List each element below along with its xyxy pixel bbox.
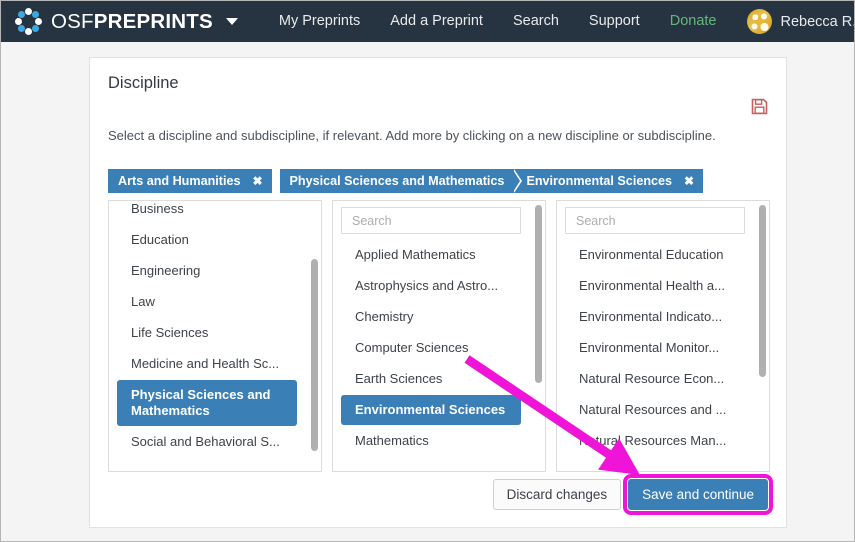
nav-add-a-preprint[interactable]: Add a Preprint	[375, 1, 498, 42]
list-item[interactable]: Applied Mathematics	[341, 240, 521, 270]
list-item[interactable]: Business	[117, 201, 297, 224]
user-menu[interactable]: Rebecca R...	[739, 9, 855, 34]
discipline-column-2[interactable]: Applied Mathematics Astrophysics and Ast…	[332, 200, 546, 472]
list-item[interactable]: Astrophysics and Astro...	[341, 271, 521, 301]
list-item[interactable]: Environmental Indicato...	[565, 302, 745, 332]
list-item[interactable]: Social and Behavioral S...	[117, 427, 297, 457]
tag-segment[interactable]: Environmental Sciences	[522, 174, 682, 188]
list-item-selected[interactable]: Environmental Sciences	[341, 395, 521, 425]
selected-disciplines-tag-row: Arts and Humanities ✖ Physical Sciences …	[108, 169, 704, 193]
nav-donate[interactable]: Donate	[655, 1, 732, 42]
card-footer-buttons: Discard changes Save and continue	[492, 474, 773, 515]
scrollbar-thumb[interactable]	[311, 259, 318, 451]
search-input[interactable]	[574, 212, 744, 229]
chevron-down-icon[interactable]	[225, 18, 238, 25]
tag-segment[interactable]: Physical Sciences and Mathematics	[280, 174, 515, 188]
list-item[interactable]: Education	[117, 225, 297, 255]
list-item[interactable]: Mathematics	[341, 426, 521, 456]
list-item[interactable]: Natural Resources and ...	[565, 395, 745, 425]
list-item[interactable]: Environmental Monitor...	[565, 333, 745, 363]
list-item[interactable]: Earth Sciences	[341, 364, 521, 394]
brand-suffix: PREPRINTS	[93, 9, 213, 33]
list-item[interactable]: Engineering	[117, 256, 297, 286]
discipline-card: Discipline Select a discipline and subdi…	[89, 57, 787, 528]
floppy-disk-save-icon[interactable]	[751, 98, 768, 115]
list-item[interactable]: Law	[117, 287, 297, 317]
save-and-continue-button[interactable]: Save and continue	[623, 474, 773, 515]
discipline-column-3[interactable]: Environmental Education Environmental He…	[556, 200, 770, 472]
osf-logo-icon	[15, 8, 42, 35]
list-item[interactable]: Chemistry	[341, 302, 521, 332]
browser-page-frame: OSFPREPRINTS My Preprints Add a Preprint…	[0, 0, 855, 542]
close-icon[interactable]: ✖	[250, 175, 271, 187]
tag-group-arts-and-humanities: Arts and Humanities ✖	[108, 169, 272, 193]
list-item[interactable]: Environmental Health a...	[565, 271, 745, 301]
tag-group-physical-sciences-environmental-sciences: Physical Sciences and Mathematics Enviro…	[279, 169, 704, 193]
scrollbar-thumb[interactable]	[535, 205, 542, 383]
discipline-columns: Business Education Engineering Law Life …	[108, 200, 770, 472]
brand-text: OSFPREPRINTS	[51, 10, 213, 34]
discard-changes-button[interactable]: Discard changes	[492, 479, 622, 510]
list-item[interactable]: Environmental Education	[565, 240, 745, 270]
page-title: Discipline	[108, 74, 179, 92]
nav-search[interactable]: Search	[498, 1, 574, 42]
top-navbar: OSFPREPRINTS My Preprints Add a Preprint…	[1, 1, 855, 42]
search-input[interactable]	[350, 212, 520, 229]
search-input-wrapper-3[interactable]	[565, 207, 745, 234]
chevron-right-separator-icon	[513, 169, 523, 193]
close-icon[interactable]: ✖	[682, 175, 703, 187]
discipline-column-1[interactable]: Business Education Engineering Law Life …	[108, 200, 322, 472]
search-input-wrapper-2[interactable]	[341, 207, 521, 234]
list-item-selected[interactable]: Physical Sciences and Mathematics	[117, 380, 297, 426]
user-menu-label: Rebecca R...	[780, 13, 855, 30]
brand-osf-preprints[interactable]: OSFPREPRINTS	[15, 8, 238, 35]
scrollbar-thumb[interactable]	[759, 205, 766, 377]
list-item[interactable]: Medicine and Health Sc...	[117, 349, 297, 379]
nav-support[interactable]: Support	[574, 1, 655, 42]
brand-prefix: OSF	[51, 9, 94, 33]
list-item[interactable]: Computer Sciences	[341, 333, 521, 363]
content-area: Discipline Select a discipline and subdi…	[2, 43, 854, 541]
list-item[interactable]: Life Sciences	[117, 318, 297, 348]
tag-segment[interactable]: Arts and Humanities	[108, 174, 250, 188]
card-subtitle: Select a discipline and subdiscipline, i…	[108, 128, 716, 143]
list-item[interactable]: Natural Resource Econ...	[565, 364, 745, 394]
list-item[interactable]: Natural Resources Man...	[565, 426, 745, 456]
avatar	[747, 9, 773, 34]
nav-my-preprints[interactable]: My Preprints	[264, 1, 375, 42]
